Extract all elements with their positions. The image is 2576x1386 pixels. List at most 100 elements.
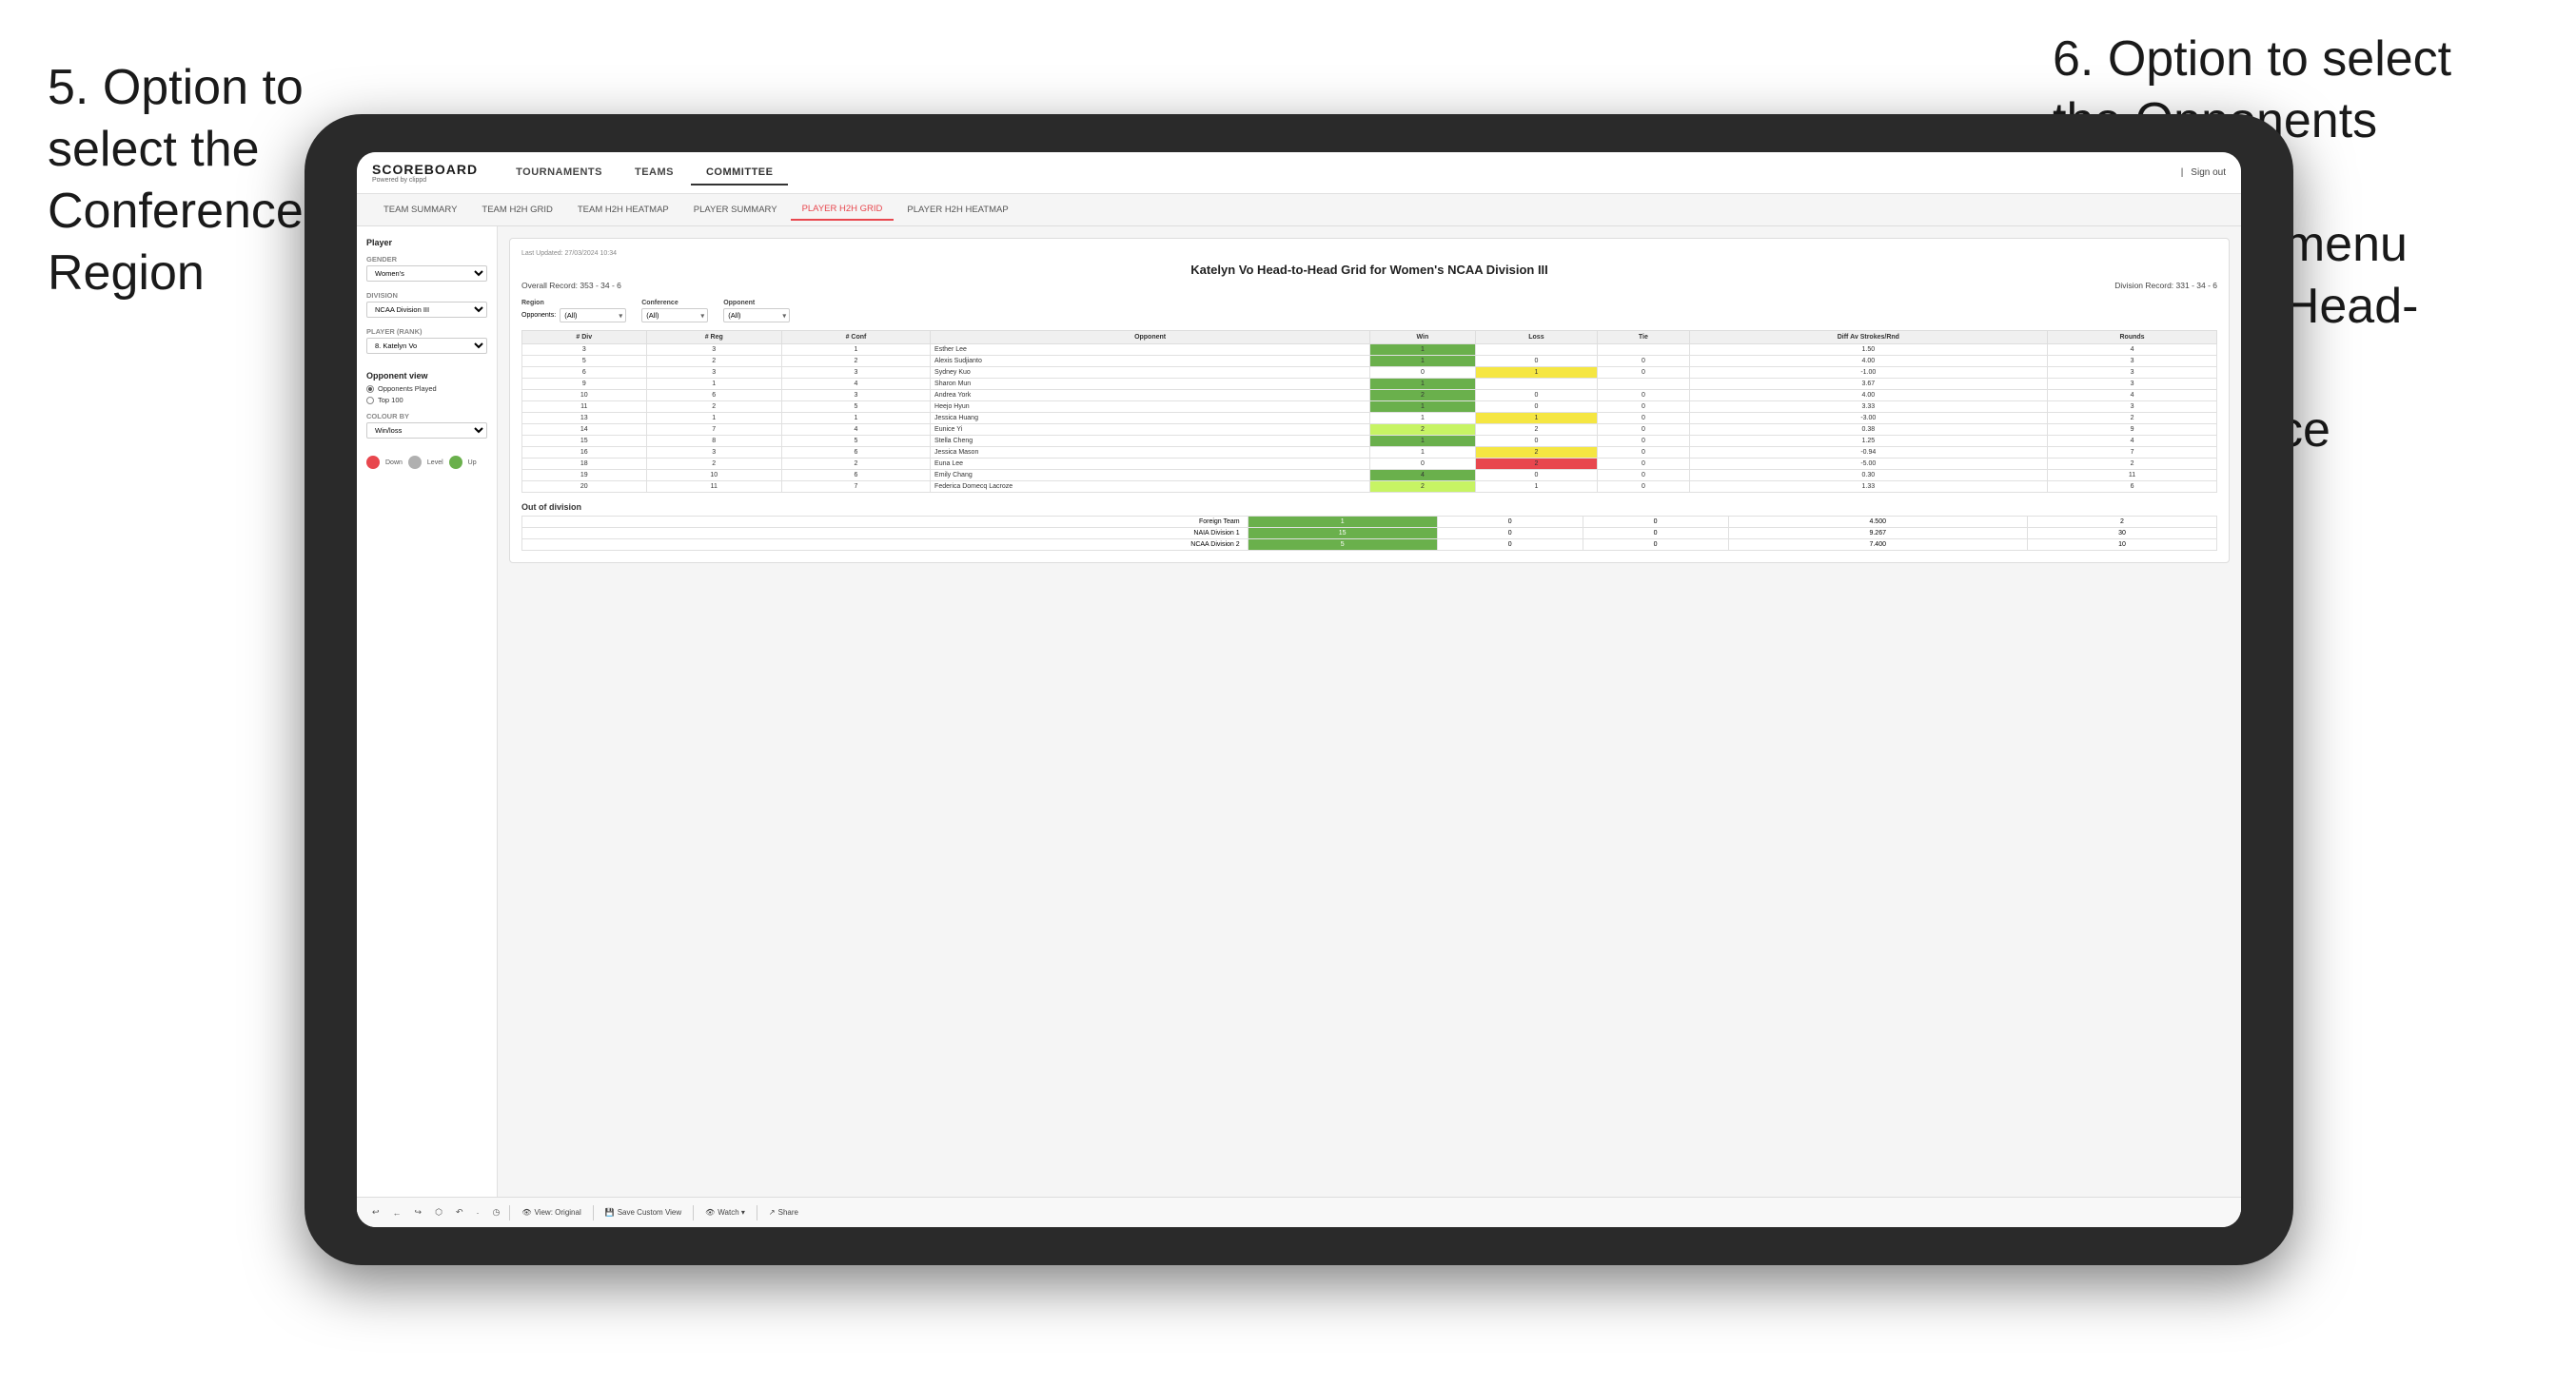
watch-icon: 👁 (705, 1208, 715, 1217)
opponent-select[interactable]: (All) (723, 308, 790, 322)
cell-win: 1 (1370, 447, 1475, 459)
nav-right: | Sign out (2181, 167, 2226, 178)
cell-loss: 1 (1475, 367, 1598, 379)
sub-nav-player-h2h-heatmap[interactable]: PLAYER H2H HEATMAP (895, 200, 1019, 220)
toolbar-view-original[interactable]: 👁 View: Original (516, 1206, 586, 1219)
sub-nav: TEAM SUMMARY TEAM H2H GRID TEAM H2H HEAT… (357, 194, 2241, 226)
th-win: Win (1370, 331, 1475, 344)
division-label: Division (366, 291, 487, 300)
toolbar-grid[interactable]: ⬡ (431, 1205, 446, 1220)
sub-nav-team-summary[interactable]: TEAM SUMMARY (372, 200, 468, 220)
cell-opponent: Esther Lee (931, 344, 1370, 356)
toolbar-back[interactable]: ← (389, 1206, 405, 1220)
tablet-frame: SCOREBOARD Powered by clippd TOURNAMENTS… (305, 114, 2293, 1265)
sub-nav-player-summary[interactable]: PLAYER SUMMARY (682, 200, 789, 220)
cell-opponent: Andrea York (931, 390, 1370, 401)
nav-item-committee[interactable]: COMMITTEE (691, 161, 789, 185)
scoreboard-logo: SCOREBOARD Powered by clippd (372, 162, 478, 184)
ood-tie: 0 (1583, 528, 1728, 539)
cell-rounds: 11 (2048, 470, 2217, 481)
cell-div: 13 (522, 413, 647, 424)
cell-loss: 0 (1475, 470, 1598, 481)
cell-reg: 3 (646, 447, 781, 459)
cell-rounds: 7 (2048, 447, 2217, 459)
table-row: 14 7 4 Eunice Yi 2 2 0 0.38 9 (522, 424, 2217, 436)
opponents-select-wrapper: (All) (560, 308, 626, 322)
cell-tie: 0 (1598, 401, 1689, 413)
ood-row: NAIA Division 1 15 0 0 9.267 30 (522, 528, 2217, 539)
opponent-view-title: Opponent view (366, 371, 487, 381)
table-row: 19 10 6 Emily Chang 4 0 0 0.30 11 (522, 470, 2217, 481)
cell-reg: 2 (646, 459, 781, 470)
radio-dot-played (366, 385, 374, 393)
share-icon: ↗ (769, 1208, 776, 1217)
player-rank-select[interactable]: 8. Katelyn Vo (366, 338, 487, 354)
radio-opponents-played[interactable]: Opponents Played (366, 384, 487, 393)
cell-div: 11 (522, 401, 647, 413)
radio-top100[interactable]: Top 100 (366, 396, 487, 404)
cell-reg: 1 (646, 413, 781, 424)
cell-rounds: 3 (2048, 356, 2217, 367)
cell-opponent: Sydney Kuo (931, 367, 1370, 379)
th-rounds: Rounds (2048, 331, 2217, 344)
cell-rounds: 2 (2048, 413, 2217, 424)
cell-diff: 3.33 (1689, 401, 2048, 413)
nav-item-tournaments[interactable]: TOURNAMENTS (501, 161, 618, 185)
table-header-row: # Div # Reg # Conf Opponent Win Loss Tie… (522, 331, 2217, 344)
ood-win: 5 (1248, 539, 1437, 551)
cell-div: 10 (522, 390, 647, 401)
sub-nav-team-h2h-heatmap[interactable]: TEAM H2H HEATMAP (566, 200, 680, 220)
ood-tie: 0 (1583, 517, 1728, 528)
cell-tie: 0 (1598, 447, 1689, 459)
colour-by-label: Colour by (366, 412, 487, 420)
toolbar-clock[interactable]: ◷ (489, 1205, 504, 1220)
cell-win: 1 (1370, 356, 1475, 367)
toolbar-save-custom[interactable]: 💾 Save Custom View (600, 1206, 687, 1219)
th-div: # Div (522, 331, 647, 344)
cell-diff: 1.25 (1689, 436, 2048, 447)
cell-rounds: 4 (2048, 390, 2217, 401)
nav-item-teams[interactable]: TEAMS (619, 161, 689, 185)
cell-loss: 1 (1475, 413, 1598, 424)
cell-conf: 3 (781, 367, 930, 379)
gender-select[interactable]: Women's Men's (366, 265, 487, 282)
cell-opponent: Stella Cheng (931, 436, 1370, 447)
cell-win: 1 (1370, 413, 1475, 424)
filter-conference-group: Conference (All) (641, 300, 708, 322)
division-select[interactable]: NCAA Division III NCAA Division I NCAA D… (366, 302, 487, 318)
colour-by-select[interactable]: Win/loss (366, 422, 487, 439)
ood-win: 1 (1248, 517, 1437, 528)
toolbar-watch[interactable]: 👁 Watch ▾ (699, 1206, 751, 1219)
grid-title: Katelyn Vo Head-to-Head Grid for Women's… (521, 263, 2217, 277)
toolbar-redo[interactable]: ↪ (411, 1205, 426, 1220)
opponents-select[interactable]: (All) (560, 308, 626, 322)
cell-rounds: 9 (2048, 424, 2217, 436)
sign-out-link[interactable]: Sign out (2191, 167, 2226, 178)
conference-select[interactable]: (All) (641, 308, 708, 322)
color-indicators: Down Level Up (366, 456, 487, 469)
toolbar-undo[interactable]: ↩ (368, 1205, 383, 1220)
toolbar-refresh[interactable]: ↶ (452, 1205, 467, 1220)
cell-div: 18 (522, 459, 647, 470)
table-row: 5 2 2 Alexis Sudjianto 1 0 0 4.00 3 (522, 356, 2217, 367)
cell-loss (1475, 344, 1598, 356)
cell-rounds: 4 (2048, 344, 2217, 356)
cell-win: 0 (1370, 459, 1475, 470)
opponent-view-radio-group: Opponents Played Top 100 (366, 384, 487, 404)
cell-conf: 3 (781, 390, 930, 401)
cell-loss: 0 (1475, 356, 1598, 367)
toolbar-share[interactable]: ↗ Share (763, 1206, 804, 1219)
cell-opponent: Emily Chang (931, 470, 1370, 481)
cell-win: 0 (1370, 367, 1475, 379)
cell-conf: 2 (781, 356, 930, 367)
cell-win: 1 (1370, 401, 1475, 413)
cell-reg: 2 (646, 401, 781, 413)
cell-tie: 0 (1598, 459, 1689, 470)
table-row: 11 2 5 Heejo Hyun 1 0 0 3.33 3 (522, 401, 2217, 413)
cell-win: 1 (1370, 379, 1475, 390)
sub-nav-team-h2h-grid[interactable]: TEAM H2H GRID (470, 200, 563, 220)
color-dot-down (366, 456, 380, 469)
table-row: 10 6 3 Andrea York 2 0 0 4.00 4 (522, 390, 2217, 401)
filter-opponent-group: Opponent (All) (723, 300, 790, 322)
sub-nav-player-h2h-grid[interactable]: PLAYER H2H GRID (791, 199, 895, 221)
